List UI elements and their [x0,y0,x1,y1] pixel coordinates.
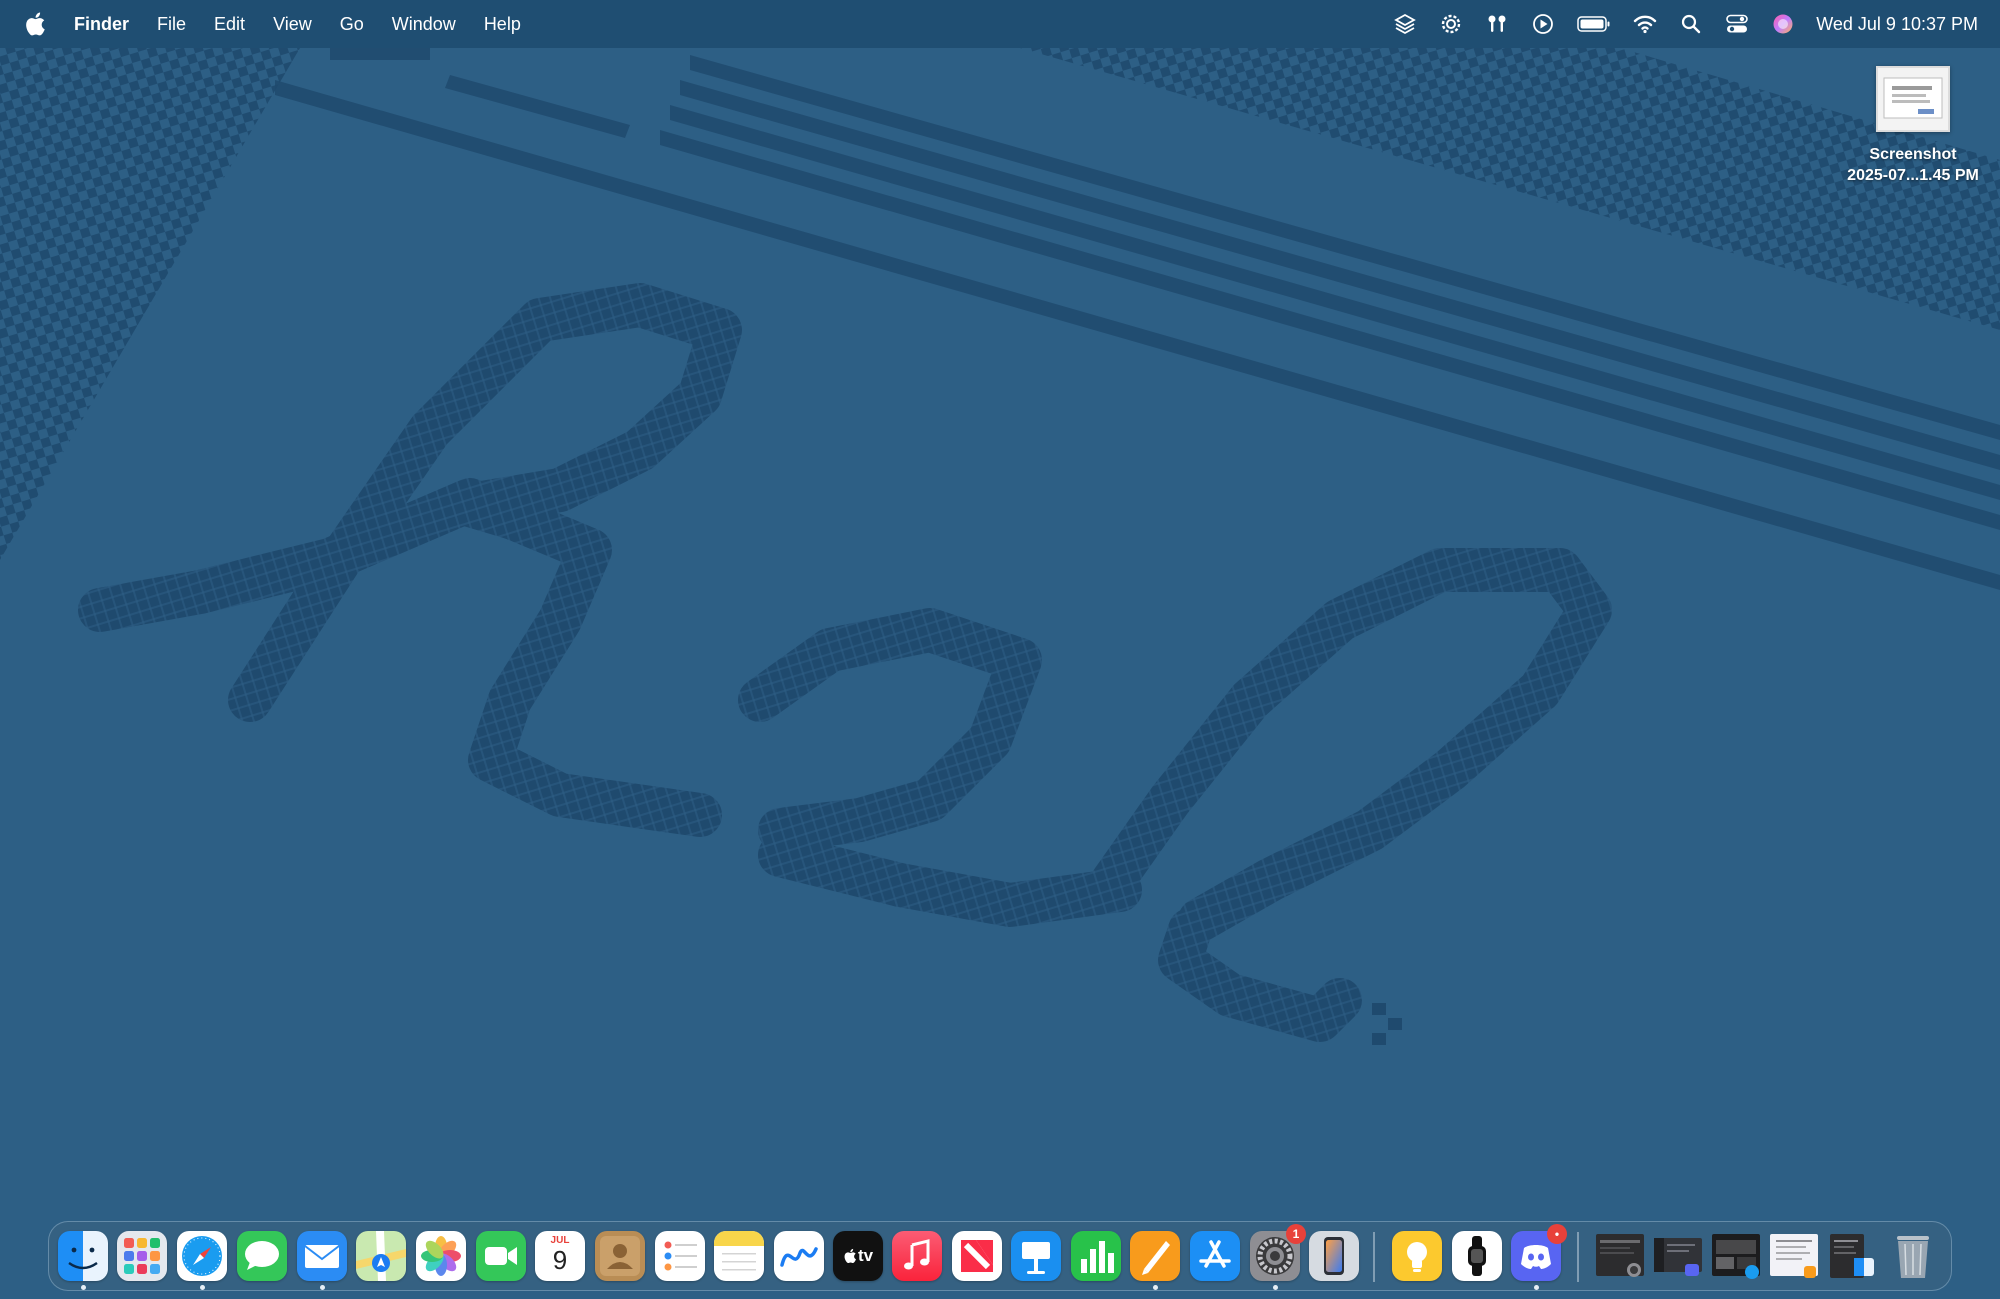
dock-maps-icon[interactable] [356,1231,406,1281]
system-settings-badge: 1 [1286,1224,1306,1244]
running-indicator [1153,1285,1158,1290]
dock-messages-icon[interactable] [237,1231,287,1281]
tv-label: tv [857,1246,874,1265]
calendar-day: 9 [552,1245,568,1275]
menu-view[interactable]: View [273,14,312,35]
control-center-icon[interactable] [1724,11,1750,37]
file-name-line2: 2025-07...1.45 PM [1847,167,1979,184]
search-icon[interactable] [1678,11,1704,37]
dock: JUL 9 tv 1 • [48,1221,1952,1291]
running-indicator [320,1285,325,1290]
gear-badge-icon[interactable] [1438,11,1464,37]
running-indicator [1534,1285,1539,1290]
running-indicator [200,1285,205,1290]
dock-apple-tv-icon[interactable]: tv [833,1231,883,1281]
menu-bar: Finder File Edit View Go Window Help Wed… [0,0,2000,48]
running-indicator [81,1285,86,1290]
dock-trash-icon[interactable] [1887,1230,1939,1282]
dock-watch-app-icon[interactable] [1452,1231,1502,1281]
dock-pages-icon[interactable] [1130,1231,1180,1281]
dock-app-store-icon[interactable] [1190,1231,1240,1281]
desktop-wallpaper [0,0,2000,1299]
dock-activity-window[interactable] [1594,1230,1646,1282]
dock-music-icon[interactable] [892,1231,942,1281]
dock-pages-window[interactable] [1768,1230,1820,1282]
file-thumbnail [1876,66,1950,132]
dock-tips-icon[interactable] [1392,1231,1442,1281]
dock-finder-icon[interactable] [58,1231,108,1281]
dock-discord-window[interactable] [1652,1230,1704,1282]
dock-calendar-icon[interactable]: JUL 9 [535,1231,585,1281]
menu-file[interactable]: File [157,14,186,35]
dock-keynote-icon[interactable] [1011,1231,1061,1281]
dock-mail-icon[interactable] [297,1231,347,1281]
dock-launchpad-icon[interactable] [117,1231,167,1281]
dock-finder-window[interactable] [1826,1230,1878,1282]
app-menu-finder[interactable]: Finder [74,14,129,35]
dock-freeform-icon[interactable] [774,1231,824,1281]
dock-safari-icon[interactable] [177,1231,227,1281]
dock-facetime-icon[interactable] [476,1231,526,1281]
menu-bar-clock[interactable]: Wed Jul 9 10:37 PM [1816,14,1978,35]
apple-menu-icon[interactable] [24,11,46,37]
dock-safari-window[interactable] [1710,1230,1762,1282]
file-name-line1: Screenshot [1869,146,1957,163]
wifi-icon[interactable] [1632,11,1658,37]
dock-photos-icon[interactable] [416,1231,466,1281]
play-icon[interactable] [1530,11,1556,37]
menu-edit[interactable]: Edit [214,14,245,35]
dock-iphone-mirroring-icon[interactable] [1309,1231,1359,1281]
menu-help[interactable]: Help [484,14,521,35]
dock-notes-icon[interactable] [714,1231,764,1281]
dock-news-icon[interactable] [952,1231,1002,1281]
dock-reminders-icon[interactable] [655,1231,705,1281]
dock-separator [1577,1232,1579,1282]
menu-go[interactable]: Go [340,14,364,35]
airpods-icon[interactable] [1484,11,1510,37]
dock-contacts-icon[interactable] [595,1231,645,1281]
menu-window[interactable]: Window [392,14,456,35]
layers-icon[interactable] [1392,11,1418,37]
desktop-file-screenshot[interactable]: Screenshot 2025-07...1.45 PM [1830,66,1996,186]
siri-icon[interactable] [1770,11,1796,37]
battery-icon[interactable] [1576,11,1612,37]
dock-numbers-icon[interactable] [1071,1231,1121,1281]
dock-separator [1373,1232,1375,1282]
running-indicator [1273,1285,1278,1290]
apple-logo-icon [844,1248,856,1264]
discord-badge: • [1547,1224,1567,1244]
